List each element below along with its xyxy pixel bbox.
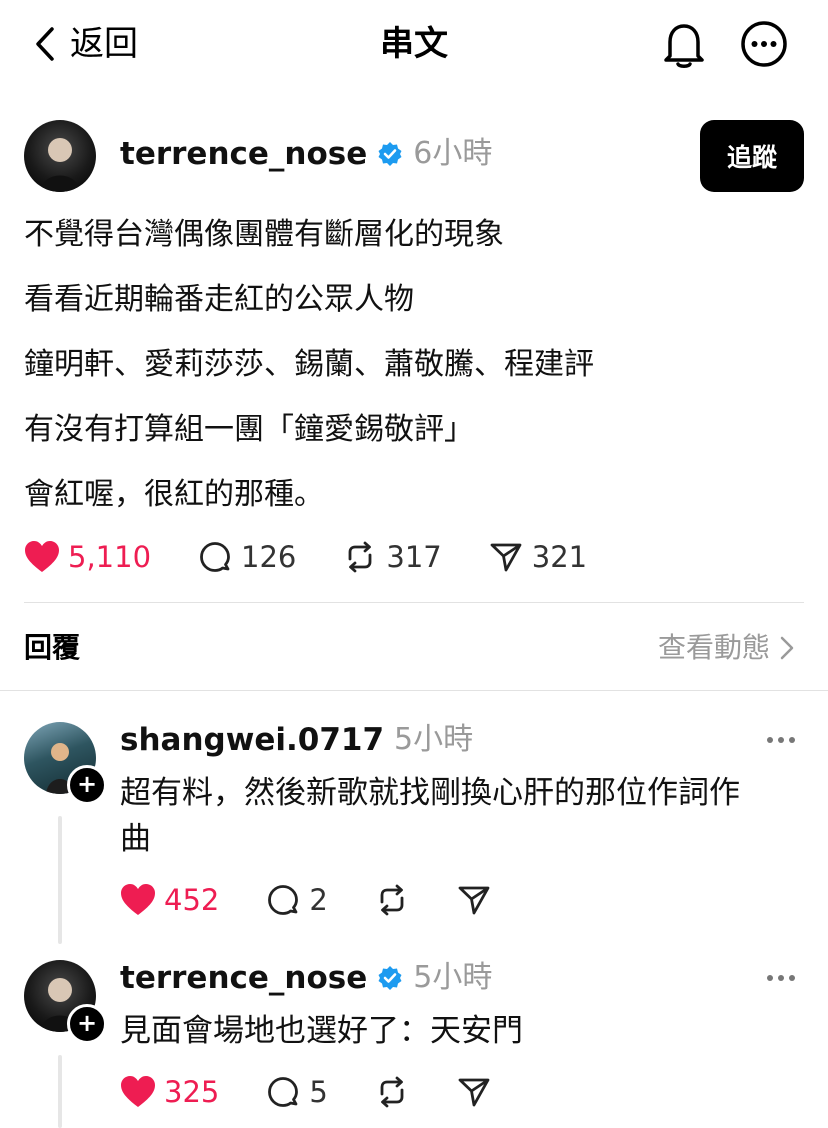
avatar[interactable] (24, 120, 96, 192)
heart-filled-icon (120, 1075, 156, 1109)
reply-author-row: terrence_nose 5小時 (120, 958, 492, 998)
comment-icon (265, 882, 301, 918)
more-options-icon[interactable] (740, 20, 788, 68)
comment-count: 2 (309, 883, 328, 917)
send-icon (456, 882, 492, 918)
verified-badge-icon (377, 965, 403, 991)
replies-heading: 回覆 (24, 631, 81, 664)
comment-button[interactable]: 126 (197, 537, 296, 577)
reply-actions: 452 2 (120, 880, 538, 920)
heart-filled-icon (120, 883, 156, 917)
share-count: 321 (531, 540, 588, 574)
more-options-icon[interactable] (766, 966, 796, 990)
repost-button[interactable] (374, 882, 410, 918)
reply-username[interactable]: terrence_nose (120, 958, 367, 998)
post-author-row: terrence_nose 6小時 (120, 134, 492, 174)
like-count: 5,110 (68, 540, 152, 574)
comment-count: 126 (241, 540, 297, 574)
comment-icon (265, 1074, 301, 1110)
chevron-right-icon (780, 636, 794, 660)
comment-button[interactable]: 5 (265, 1072, 328, 1112)
view-activity-link[interactable]: 查看動態 (658, 628, 794, 668)
comment-button[interactable]: 2 (265, 880, 328, 920)
post-text-line: 鐘明軒、愛莉莎莎、錫蘭、蕭敬騰、程建評 (24, 347, 594, 382)
post-username[interactable]: terrence_nose (120, 134, 367, 174)
like-count: 452 (164, 883, 220, 917)
reply-text: 超有料，然後新歌就找剛換心肝的那位作詞作 (120, 775, 740, 811)
reply-author-row: shangwei.0717 5小時 (120, 720, 473, 760)
post-text-line: 有沒有打算組一團「鐘愛錫敬評」 (24, 412, 474, 447)
repost-button[interactable]: 317 (342, 537, 442, 577)
repost-icon (374, 882, 410, 918)
follow-plus-icon[interactable]: + (67, 1004, 107, 1044)
reply-actions: 325 5 (120, 1072, 538, 1112)
follow-button[interactable]: 追蹤 (700, 120, 804, 192)
repost-count: 317 (386, 540, 442, 574)
reply-username[interactable]: shangwei.0717 (120, 720, 384, 760)
post-text-line: 會紅喔，很紅的那種。 (24, 477, 324, 512)
share-button[interactable]: 321 (488, 537, 587, 577)
thread-line (58, 816, 62, 944)
divider (24, 602, 804, 603)
post-actions: 5,110 126 317 321 (24, 537, 633, 577)
reply-time: 5小時 (394, 722, 474, 757)
send-icon (488, 539, 524, 575)
thread-line (58, 1055, 62, 1128)
like-button[interactable]: 452 (120, 880, 219, 920)
view-activity-label: 查看動態 (657, 631, 770, 664)
like-button[interactable]: 5,110 (24, 537, 151, 577)
repost-icon (374, 1074, 410, 1110)
bell-icon[interactable] (660, 20, 708, 70)
share-button[interactable] (456, 1074, 492, 1110)
reply-text: 見面會場地也選好了：天安門 (120, 1013, 523, 1049)
more-options-icon[interactable] (766, 728, 796, 752)
post-text-line: 不覺得台灣偶像團體有斷層化的現象 (24, 217, 504, 252)
comment-icon (197, 539, 233, 575)
post-text-line: 看看近期輪番走紅的公眾人物 (24, 282, 414, 317)
heart-filled-icon (24, 540, 60, 574)
reply-text: 曲 (120, 821, 151, 857)
repost-button[interactable] (374, 1074, 410, 1110)
share-button[interactable] (456, 882, 492, 918)
send-icon (456, 1074, 492, 1110)
post-time: 6小時 (413, 136, 493, 171)
repost-icon (342, 539, 378, 575)
reply-time: 5小時 (413, 960, 493, 995)
verified-badge-icon (377, 141, 403, 167)
like-count: 325 (164, 1075, 220, 1109)
divider (0, 690, 828, 691)
follow-plus-icon[interactable]: + (67, 765, 107, 805)
like-button[interactable]: 325 (120, 1072, 219, 1112)
comment-count: 5 (309, 1075, 328, 1109)
